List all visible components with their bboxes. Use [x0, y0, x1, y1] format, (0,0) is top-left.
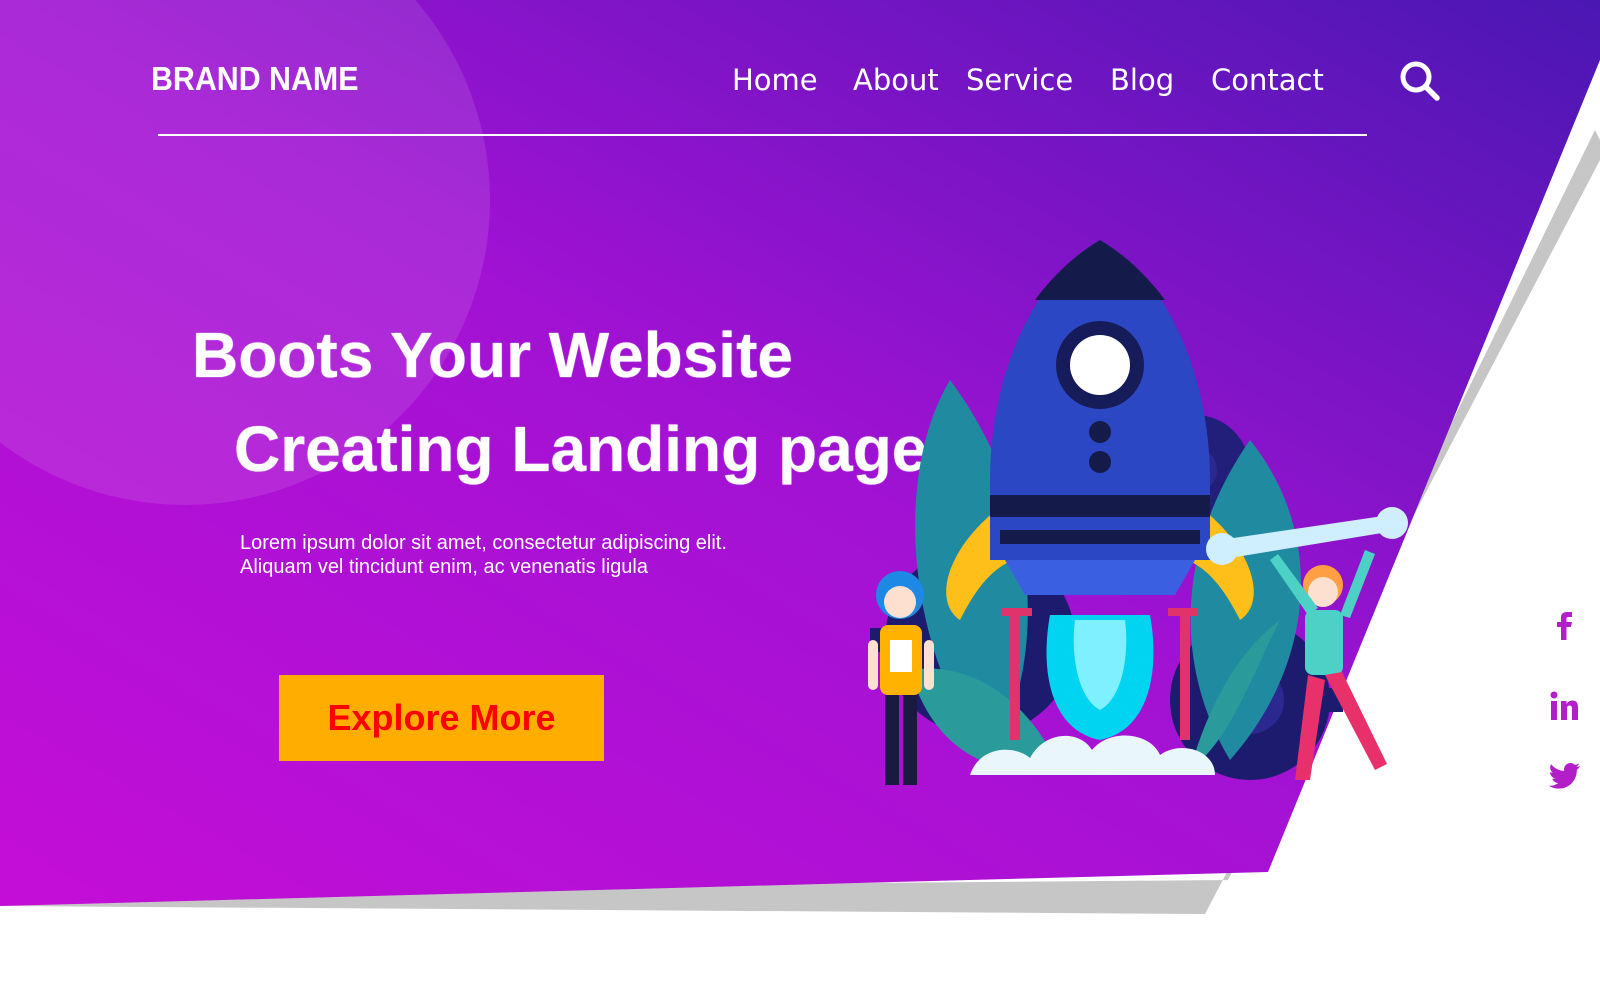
linkedin-icon[interactable] — [1544, 686, 1584, 726]
nav-blog[interactable]: Blog — [1110, 63, 1174, 97]
brand-logo[interactable]: BRAND NAME — [151, 60, 358, 98]
hero-title-line1: Boots Your Website — [192, 319, 793, 391]
nav-contact[interactable]: Contact — [1211, 63, 1324, 97]
hero-title-line2: Creating Landing page — [234, 413, 928, 485]
explore-more-button[interactable]: Explore More — [279, 675, 604, 761]
facebook-icon[interactable] — [1544, 604, 1584, 644]
landing-page: BRAND NAME Home About Service Blog Conta… — [0, 0, 1600, 1000]
search-icon[interactable] — [1397, 58, 1443, 104]
nav-home[interactable]: Home — [732, 63, 818, 97]
hero-text-line1: Lorem ipsum dolor sit amet, consectetur … — [240, 532, 727, 554]
rocket-launch-illustration — [868, 240, 1408, 785]
header-divider — [158, 134, 1367, 136]
nav-about[interactable]: About — [853, 63, 939, 97]
twitter-icon[interactable] — [1544, 756, 1584, 796]
hero-text-line2: Aliquam vel tincidunt enim, ac venenatis… — [240, 556, 648, 578]
nav-service[interactable]: Service — [966, 63, 1073, 97]
